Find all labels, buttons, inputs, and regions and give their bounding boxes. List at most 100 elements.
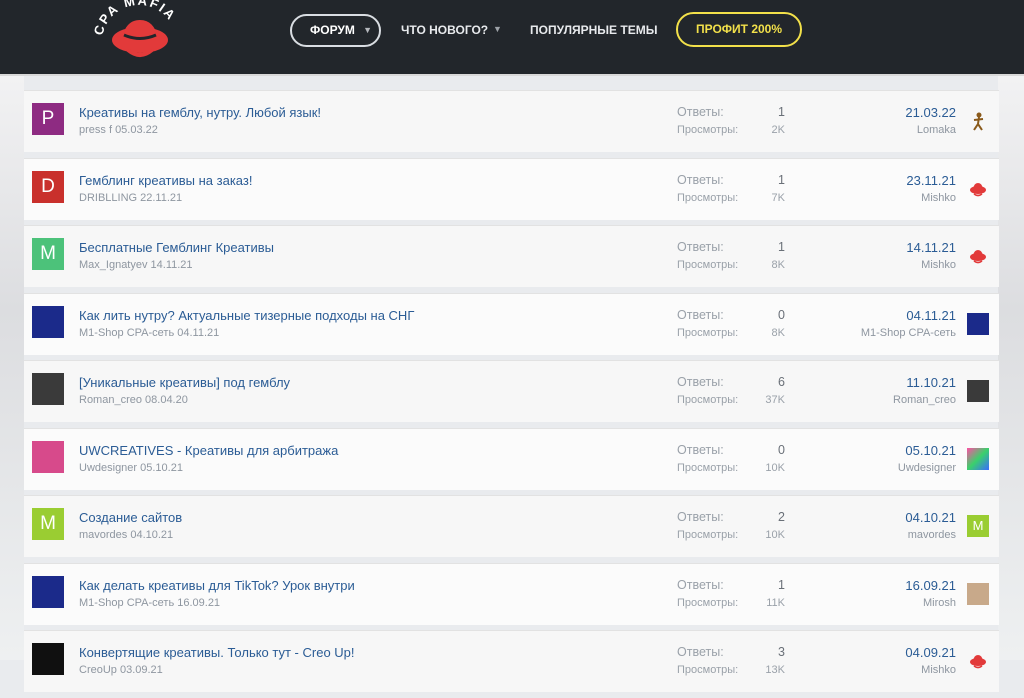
views-label: Просмотры: [677, 529, 739, 541]
views-label: Просмотры: [677, 394, 739, 406]
replies-count: 1 [778, 240, 785, 254]
last-post-date-link[interactable]: 11.10.21 [906, 375, 956, 390]
last-post-user-link[interactable]: Mishko [921, 259, 956, 271]
avatar-letter: P [41, 108, 55, 129]
thread-row[interactable]: UWCREATIVES - Креативы для арбитража Uwde… [24, 427, 999, 490]
last-post-user-link[interactable]: Mirosh [923, 597, 956, 609]
last-post-user-link[interactable]: mavordes [908, 529, 956, 541]
thread-title-link[interactable]: Бесплатные Гемблинг Креативы [79, 240, 274, 255]
views-label: Просмотры: [677, 664, 739, 676]
avatar-letter: M [40, 513, 56, 534]
thread-title-link[interactable]: UWCREATIVES - Креативы для арбитража [79, 443, 338, 458]
replies-label: Ответы: [677, 172, 724, 187]
thread-title-link[interactable]: Конвертящие креативы. Только тут - Creo … [79, 645, 355, 660]
last-poster-avatar[interactable] [967, 110, 989, 132]
replies-label: Ответы: [677, 105, 724, 119]
author-avatar[interactable]: P [32, 103, 64, 135]
replies-count: 6 [778, 375, 785, 389]
avatar-letter: D [41, 175, 55, 197]
thread-meta[interactable]: CreoUp 03.09.21 [79, 664, 163, 676]
thread-row[interactable]: M Создание сайтов mavordes 04.10.21 Ответы:… [24, 495, 999, 557]
author-avatar[interactable] [32, 305, 64, 338]
replies-label: Ответы: [677, 577, 724, 592]
last-post-date-link[interactable]: 16.09.21 [905, 578, 956, 593]
thread-row[interactable]: [Уникальные креативы] под гемблу Roman_cr… [24, 360, 999, 422]
replies-count: 0 [778, 307, 785, 322]
thread-meta[interactable]: DRIBLLING 22.11.21 [79, 192, 182, 204]
last-poster-avatar[interactable] [967, 312, 989, 335]
last-post-date-link[interactable]: 23.11.21 [906, 173, 956, 188]
thread-row[interactable]: Как делать креативы для TikTok? Урок вну… [24, 562, 999, 625]
replies-count: 2 [778, 510, 785, 524]
thread-row[interactable]: Как лить нутру? Актуальные тизерные подх… [24, 292, 999, 355]
views-count: 10K [765, 461, 785, 474]
nav-forum-button[interactable]: ФОРУМ ▼ [290, 14, 381, 47]
chevron-down-icon[interactable]: ▼ [493, 24, 502, 34]
replies-label: Ответы: [677, 307, 724, 322]
last-poster-avatar[interactable] [967, 650, 989, 672]
author-avatar[interactable] [32, 643, 64, 675]
last-poster-avatar[interactable] [967, 447, 989, 470]
last-post-date-link[interactable]: 04.11.21 [906, 308, 956, 323]
nav-whats-new[interactable]: ЧТО НОВОГО? [401, 23, 488, 37]
last-poster-avatar[interactable] [967, 582, 989, 605]
views-count: 8K [771, 326, 785, 339]
last-post-date-link[interactable]: 21.03.22 [905, 105, 956, 120]
replies-label: Ответы: [677, 375, 724, 389]
thread-title-link[interactable]: Креативы на гемблу, нутру. Любой язык! [79, 105, 321, 120]
views-label: Просмотры: [677, 326, 739, 339]
author-avatar[interactable]: D [32, 170, 64, 203]
views-label: Просмотры: [677, 596, 739, 609]
thread-meta[interactable]: mavordes 04.10.21 [79, 529, 173, 541]
last-poster-avatar[interactable] [967, 380, 989, 402]
author-avatar[interactable] [32, 373, 64, 405]
thread-row[interactable]: D Гемблинг креативы на заказ! DRIBLLING 22… [24, 157, 999, 220]
last-post-date-link[interactable]: 14.11.21 [906, 240, 956, 255]
right-background [998, 76, 1024, 660]
last-post-user-link[interactable]: Mishko [921, 664, 956, 676]
cpa-mafia-logo[interactable]: CPA MAFIA [84, 0, 194, 70]
author-avatar[interactable]: M [32, 238, 64, 270]
replies-label: Ответы: [677, 510, 724, 524]
thread-meta[interactable]: press f 05.03.22 [79, 124, 158, 136]
thread-meta[interactable]: Uwdesigner 05.10.21 [79, 462, 183, 474]
thread-meta[interactable]: Roman_creo 08.04.20 [79, 394, 188, 406]
thread-row[interactable]: Конвертящие креативы. Только тут - Creo … [24, 630, 999, 692]
last-post-user-link[interactable]: M1-Shop CPA-сеть [861, 327, 956, 339]
last-post-user-link[interactable]: Lomaka [917, 124, 956, 136]
thread-title-link[interactable]: Гемблинг креативы на заказ! [79, 173, 252, 188]
thread-meta[interactable]: M1-Shop CPA-сеть 04.11.21 [79, 327, 219, 339]
thread-meta[interactable]: M1-Shop CPA-сеть 16.09.21 [79, 597, 220, 609]
thread-title-link[interactable]: Создание сайтов [79, 510, 182, 525]
views-label: Просмотры: [677, 259, 739, 271]
author-avatar[interactable] [32, 440, 64, 473]
last-post-date-link[interactable]: 04.09.21 [905, 645, 956, 660]
thread-list: P Креативы на гемблу, нутру. Любой язык! p… [24, 90, 999, 698]
last-poster-avatar[interactable]: M [967, 515, 989, 537]
author-avatar[interactable] [32, 575, 64, 608]
views-count: 8K [771, 259, 785, 271]
last-post-user-link[interactable]: Mishko [921, 192, 956, 204]
thread-row[interactable]: M Бесплатные Гемблинг Креативы Max_Ignatye… [24, 225, 999, 287]
views-count: 2K [771, 124, 785, 136]
avatar-letter: M [40, 243, 56, 264]
last-poster-avatar[interactable] [967, 178, 989, 200]
thread-title-link[interactable]: Как лить нутру? Актуальные тизерные подх… [79, 308, 414, 323]
thread-row[interactable]: P Креативы на гемблу, нутру. Любой язык! p… [24, 90, 999, 152]
last-post-date-link[interactable]: 05.10.21 [905, 443, 956, 458]
last-post-date-link[interactable]: 04.10.21 [905, 510, 956, 525]
views-count: 7K [771, 191, 785, 204]
last-poster-avatar[interactable] [967, 245, 989, 267]
thread-meta[interactable]: Max_Ignatyev 14.11.21 [79, 259, 193, 271]
last-post-user-link[interactable]: Roman_creo [893, 394, 956, 406]
chevron-down-icon: ▼ [363, 25, 372, 35]
views-label: Просмотры: [677, 461, 739, 474]
last-post-user-link[interactable]: Uwdesigner [898, 462, 956, 474]
replies-label: Ответы: [677, 442, 724, 457]
thread-title-link[interactable]: [Уникальные креативы] под гемблу [79, 375, 290, 390]
nav-popular-topics[interactable]: ПОПУЛЯРНЫЕ ТЕМЫ [530, 23, 657, 37]
views-count: 10K [765, 529, 785, 541]
thread-title-link[interactable]: Как делать креативы для TikTok? Урок вну… [79, 578, 355, 593]
nav-profit-button[interactable]: ПРОФИТ 200% [676, 12, 802, 47]
author-avatar[interactable]: M [32, 508, 64, 540]
